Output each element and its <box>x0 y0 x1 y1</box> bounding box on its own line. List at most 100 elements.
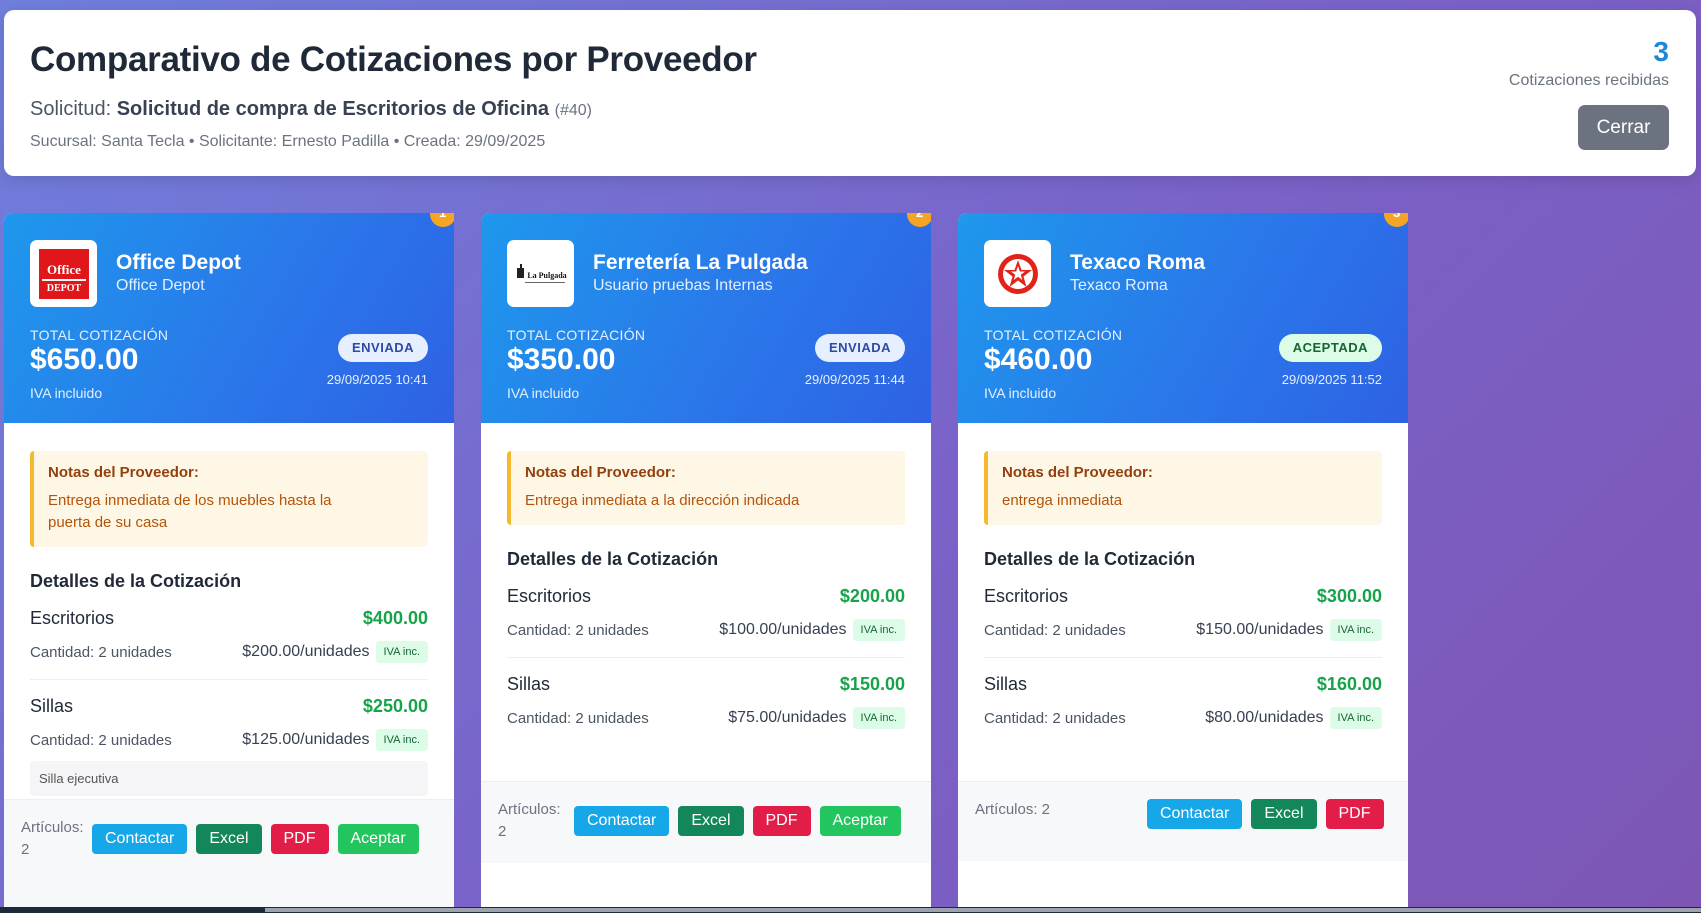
request-name: Solicitud de compra de Escritorios de Of… <box>116 98 550 120</box>
horizontal-scrollbar[interactable] <box>0 907 1701 913</box>
contact-button[interactable]: Contactar <box>1147 799 1243 829</box>
item-total: $200.00 <box>839 586 905 606</box>
status-badge: ACEPTADA <box>1278 334 1382 362</box>
page-title: Comparativo de Cotizaciones por Proveedo… <box>30 40 757 79</box>
card-header: 2 La Pulgada Ferretería La Pulgada Usuar… <box>481 213 931 423</box>
page-header: Comparativo de Cotizaciones por Proveedo… <box>4 10 1696 176</box>
supplier-name: Ferretería La Pulgada <box>593 251 808 274</box>
iva-tag: IVA inc. <box>852 707 905 729</box>
item-name: Sillas <box>984 674 1028 694</box>
list-item: Sillas $150.00 Cantidad: 2 unidades $75.… <box>507 658 905 745</box>
pdf-button[interactable]: PDF <box>752 806 811 836</box>
contact-button[interactable]: Contactar <box>92 824 188 854</box>
item-quantity: Cantidad: 2 unidades <box>984 709 1126 727</box>
quote-card-la-pulgada: 2 La Pulgada Ferretería La Pulgada Usuar… <box>481 213 931 913</box>
iva-note: IVA incluido <box>984 385 1057 401</box>
iva-tag: IVA inc. <box>375 641 428 663</box>
item-unit-price: $200.00/unidades IVA inc. <box>242 641 428 663</box>
list-item: Sillas $250.00 Cantidad: 2 unidades $125… <box>30 680 428 767</box>
scrollbar-thumb[interactable] <box>265 908 1701 912</box>
rank-badge: 3 <box>1384 213 1408 227</box>
card-footer: Artículos: 2 Contactar Excel PDF <box>958 781 1408 861</box>
card-actions: Contactar Excel PDF Aceptar <box>574 806 901 836</box>
notes-title: Notas del Proveedor: <box>1002 464 1153 481</box>
item-total: $400.00 <box>362 608 428 628</box>
supplier-name: Texaco Roma <box>1070 251 1205 274</box>
quote-count-box: 3 Cotizaciones recibidas <box>1509 36 1669 90</box>
articles-count: Artículos: 2 <box>975 801 1051 818</box>
item-quantity: Cantidad: 2 unidades <box>30 643 172 661</box>
excel-button[interactable]: Excel <box>196 824 262 854</box>
total-label: TOTAL COTIZACIÓN <box>984 327 1123 343</box>
quote-date: 29/09/2025 11:52 <box>1281 372 1382 387</box>
texaco-star-logo <box>984 240 1051 307</box>
total-amount: $650.00 <box>30 343 139 376</box>
item-quantity: Cantidad: 2 unidades <box>984 621 1126 639</box>
notes-text: Entrega inmediata a la dirección indicad… <box>525 492 800 509</box>
card-header: 3 Texaco Roma Texaco Roma TOTAL COTIZACI… <box>958 213 1408 423</box>
total-label: TOTAL COTIZACIÓN <box>30 327 169 343</box>
rank-badge: 1 <box>430 213 454 227</box>
svg-text:DEPOT: DEPOT <box>46 283 81 294</box>
quote-count: 3 <box>1653 36 1669 67</box>
item-total: $300.00 <box>1316 586 1382 606</box>
item-total: $150.00 <box>839 674 905 694</box>
item-quantity: Cantidad: 2 unidades <box>30 731 172 749</box>
contact-button[interactable]: Contactar <box>574 806 670 836</box>
item-unit-price: $100.00/unidades IVA inc. <box>719 619 905 641</box>
supplier-notes: Notas del Proveedor: Entrega inmediata a… <box>507 451 905 525</box>
request-meta: Sucursal: Santa Tecla • Solicitante: Ern… <box>30 133 546 150</box>
notes-text: Entrega inmediata de los muebles hasta l… <box>48 492 332 531</box>
notes-title: Notas del Proveedor: <box>525 464 676 481</box>
item-quantity: Cantidad: 2 unidades <box>507 621 649 639</box>
iva-note: IVA incluido <box>507 385 580 401</box>
notes-text: entrega inmediata <box>1002 492 1123 509</box>
card-body: Notas del Proveedor: Entrega inmediata a… <box>481 423 931 745</box>
item-total: $160.00 <box>1316 674 1382 694</box>
supplier-subtitle: Office Depot <box>116 277 205 294</box>
articles-count: Artículos: 2 <box>21 819 84 858</box>
card-footer: Artículos: 2 Contactar Excel PDF Aceptar <box>4 799 454 913</box>
quote-count-label: Cotizaciones recibidas <box>1508 72 1669 89</box>
svg-text:La Pulgada: La Pulgada <box>527 271 566 280</box>
list-item: Sillas $160.00 Cantidad: 2 unidades $80.… <box>984 658 1382 745</box>
card-actions: Contactar Excel PDF Aceptar <box>92 824 419 854</box>
item-unit-price: $150.00/unidades IVA inc. <box>1196 619 1382 641</box>
svg-text:Office: Office <box>47 262 81 277</box>
item-unit-price: $75.00/unidades IVA inc. <box>728 707 905 729</box>
quote-card-office-depot: 1 Office DEPOT Office Depot Office Depot… <box>4 213 454 913</box>
item-name: Sillas <box>30 696 74 716</box>
total-amount: $350.00 <box>507 343 616 376</box>
request-label: Solicitud: <box>30 98 112 120</box>
accept-button[interactable]: Aceptar <box>819 806 901 836</box>
item-unit-price: $80.00/unidades IVA inc. <box>1205 707 1382 729</box>
quote-date: 29/09/2025 10:41 <box>326 372 428 387</box>
item-unit-price: $125.00/unidades IVA inc. <box>242 729 428 751</box>
request-id: (#40) <box>554 102 592 119</box>
office-depot-logo: Office DEPOT <box>30 240 97 307</box>
card-body: Notas del Proveedor: Entrega inmediata d… <box>4 423 454 796</box>
item-name: Escritorios <box>30 608 115 628</box>
quote-date: 29/09/2025 11:44 <box>804 372 905 387</box>
item-name: Escritorios <box>507 586 592 606</box>
iva-tag: IVA inc. <box>375 729 428 751</box>
excel-button[interactable]: Excel <box>1251 799 1317 829</box>
status-badge: ENVIADA <box>337 334 428 362</box>
supplier-subtitle: Texaco Roma <box>1070 277 1168 294</box>
item-name: Sillas <box>507 674 551 694</box>
excel-button[interactable]: Excel <box>678 806 744 836</box>
pdf-button[interactable]: PDF <box>270 824 329 854</box>
supplier-notes: Notas del Proveedor: entrega inmediata <box>984 451 1382 525</box>
details-title: Detalles de la Cotización <box>507 549 719 569</box>
details-title: Detalles de la Cotización <box>984 549 1196 569</box>
item-description: Silla ejecutiva <box>30 761 428 796</box>
card-footer: Artículos: 2 Contactar Excel PDF Aceptar <box>481 781 931 863</box>
accept-button[interactable]: Aceptar <box>337 824 419 854</box>
articles-count: Artículos: 2 <box>498 801 561 840</box>
list-item: Escritorios $400.00 Cantidad: 2 unidades… <box>30 592 428 680</box>
status-badge: ENVIADA <box>814 334 905 362</box>
close-button[interactable]: Cerrar <box>1578 105 1669 150</box>
pdf-button[interactable]: PDF <box>1325 799 1384 829</box>
iva-tag: IVA inc. <box>1329 619 1382 641</box>
iva-tag: IVA inc. <box>852 619 905 641</box>
